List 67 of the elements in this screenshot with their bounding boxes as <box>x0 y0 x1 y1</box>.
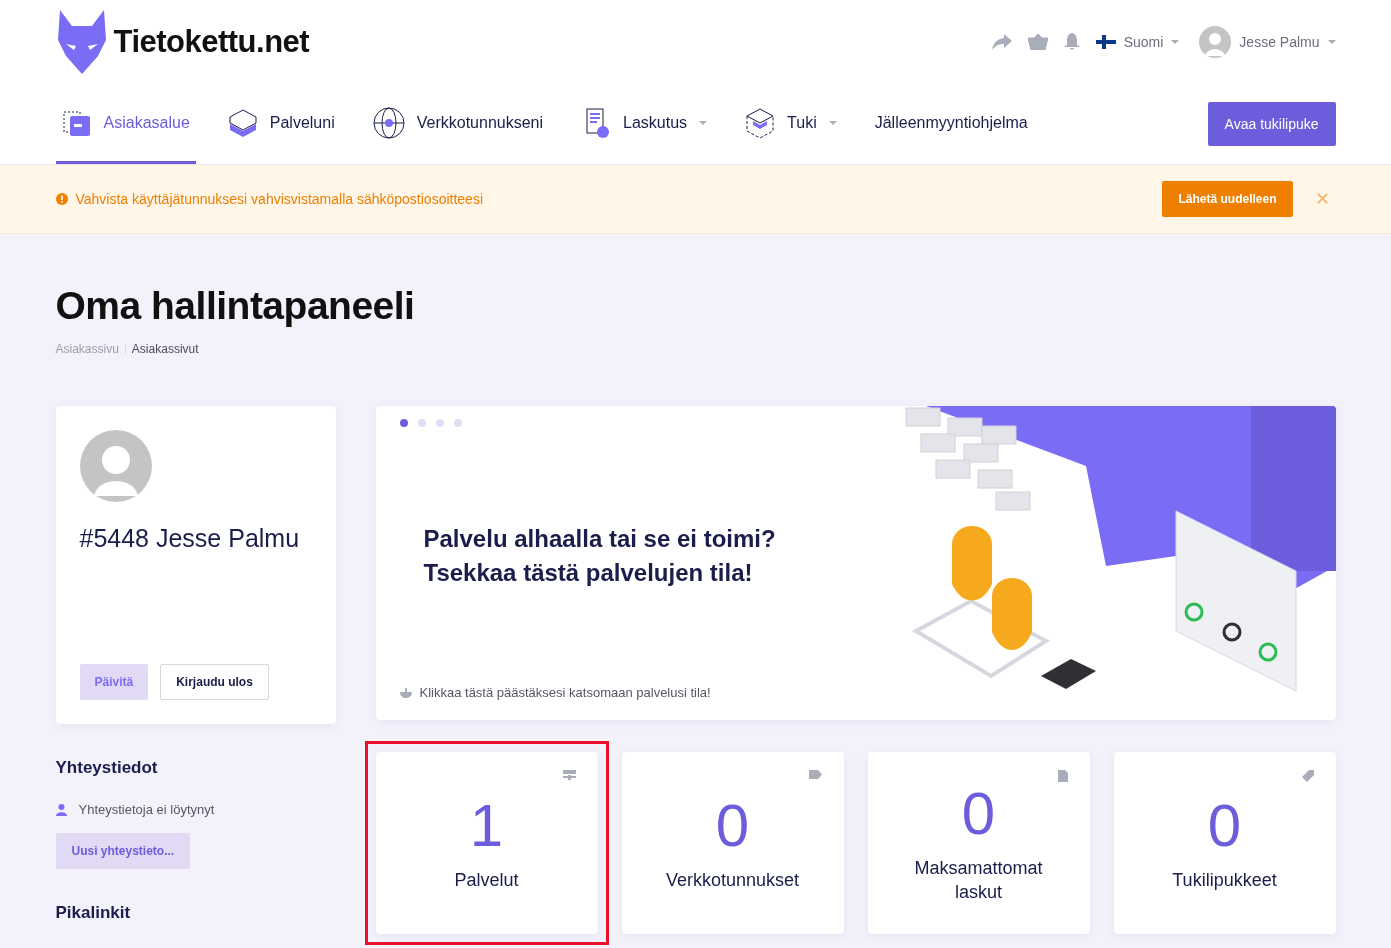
finland-flag-icon <box>1095 35 1116 49</box>
nav-tab[interactable]: Jälleenmyyntiohjelma <box>868 84 1034 164</box>
nav-tab[interactable]: Tuki <box>739 84 843 164</box>
stat-value: 0 <box>961 782 996 846</box>
customer-name: #5448 Jesse Palmu <box>79 524 301 554</box>
banner-headline: Palvelu alhaalla tai se ei toimi? <box>423 524 777 554</box>
fox-logo-icon <box>55 10 108 74</box>
user-name: Jesse Palmu <box>1239 34 1320 50</box>
nav-label: Jälleenmyyntiohjelma <box>874 113 1028 132</box>
logo-text: Tietokettu.net <box>113 24 310 60</box>
bell-icon[interactable] <box>1063 33 1080 51</box>
open-box-icon <box>745 106 776 139</box>
nav-label: Palveluni <box>269 113 335 132</box>
stat-card[interactable]: 0 Tukilipukkeet <box>1113 752 1336 934</box>
avatar-icon <box>79 430 152 502</box>
stat-card[interactable]: 1 Palvelut <box>375 752 598 934</box>
nav-label: Asiakasalue <box>103 113 190 132</box>
carousel-dot[interactable] <box>417 419 426 427</box>
share-arrow-icon[interactable] <box>991 34 1012 50</box>
carousel-dot[interactable] <box>399 419 408 427</box>
carousel-dot[interactable] <box>435 419 444 427</box>
language-selector[interactable]: Suomi <box>1095 34 1180 50</box>
profile-button[interactable]: Kirjaudu ulos <box>160 664 269 700</box>
caret-icon <box>1327 40 1336 44</box>
stat-label: Palvelut <box>454 869 519 892</box>
carousel-dot[interactable] <box>453 419 462 427</box>
exclamation-icon <box>55 193 68 205</box>
globe-icon <box>372 106 405 139</box>
new-contact-button[interactable]: Uusi yhteystieto... <box>55 833 191 869</box>
nav-label: Laskutus <box>623 113 688 132</box>
avatar-icon <box>1199 26 1232 58</box>
person-icon <box>55 803 67 816</box>
tag-icon <box>808 770 822 779</box>
file-icon <box>1057 770 1068 782</box>
open-ticket-button[interactable]: Avaa tukilipuke <box>1207 102 1336 146</box>
status-banner[interactable]: Palvelu alhaalla tai se ei toimi? Tsekkaa tästä palvelujen tila! Klikkaa tästä päästäksesi katsomaan palvelusi tila! <box>375 406 1336 720</box>
page-title: Oma hallintapaneeli <box>55 284 416 328</box>
language-label: Suomi <box>1123 34 1164 50</box>
server-icon <box>562 770 576 780</box>
banner-link-text[interactable]: Klikkaa tästä päästäksesi katsomaan palvelusi tila! <box>419 685 711 700</box>
section-heading: Yhteystiedot <box>55 758 159 778</box>
stat-label: Maksamattomat laskut <box>913 857 1044 904</box>
nav-label: Tuki <box>787 113 817 132</box>
bowl-icon <box>399 687 412 698</box>
alert-message: Vahvista käyttäjätunnuksesi vahvisvistamalla sähköpostiosoitteesi <box>75 191 484 207</box>
banner-headline: Tsekkaa tästä palvelujen tila! <box>423 558 754 588</box>
stat-card[interactable]: 0 Maksamattomat laskut <box>867 752 1090 934</box>
nav-label: Verkkotunnukseni <box>416 113 544 132</box>
nav-tab[interactable]: Palveluni <box>221 84 341 164</box>
ticket-icon <box>1301 770 1314 782</box>
caret-icon <box>1171 40 1180 44</box>
stat-value: 1 <box>469 794 504 858</box>
stat-value: 0 <box>1207 794 1242 858</box>
nav-tab[interactable]: Verkkotunnukseni <box>366 84 550 164</box>
stat-label: Tukilipukkeet <box>1172 869 1277 892</box>
stat-value: 0 <box>715 794 750 858</box>
user-menu[interactable]: Jesse Palmu <box>1199 26 1336 58</box>
nav-tab[interactable]: Laskutus <box>575 84 714 164</box>
stat-card[interactable]: 0 Verkkotunnukset <box>621 752 844 934</box>
server-stack-icon <box>227 107 258 138</box>
caret-icon <box>828 120 837 125</box>
caret-icon <box>699 120 708 125</box>
basket-icon[interactable] <box>1027 34 1048 50</box>
empty-contacts-text: Yhteystietoja ei löytynyt <box>78 802 215 817</box>
stat-label: Verkkotunnukset <box>665 869 800 892</box>
breadcrumb-link[interactable]: Asiakassivut <box>131 342 199 356</box>
section-heading: Pikalinkit <box>55 903 132 923</box>
